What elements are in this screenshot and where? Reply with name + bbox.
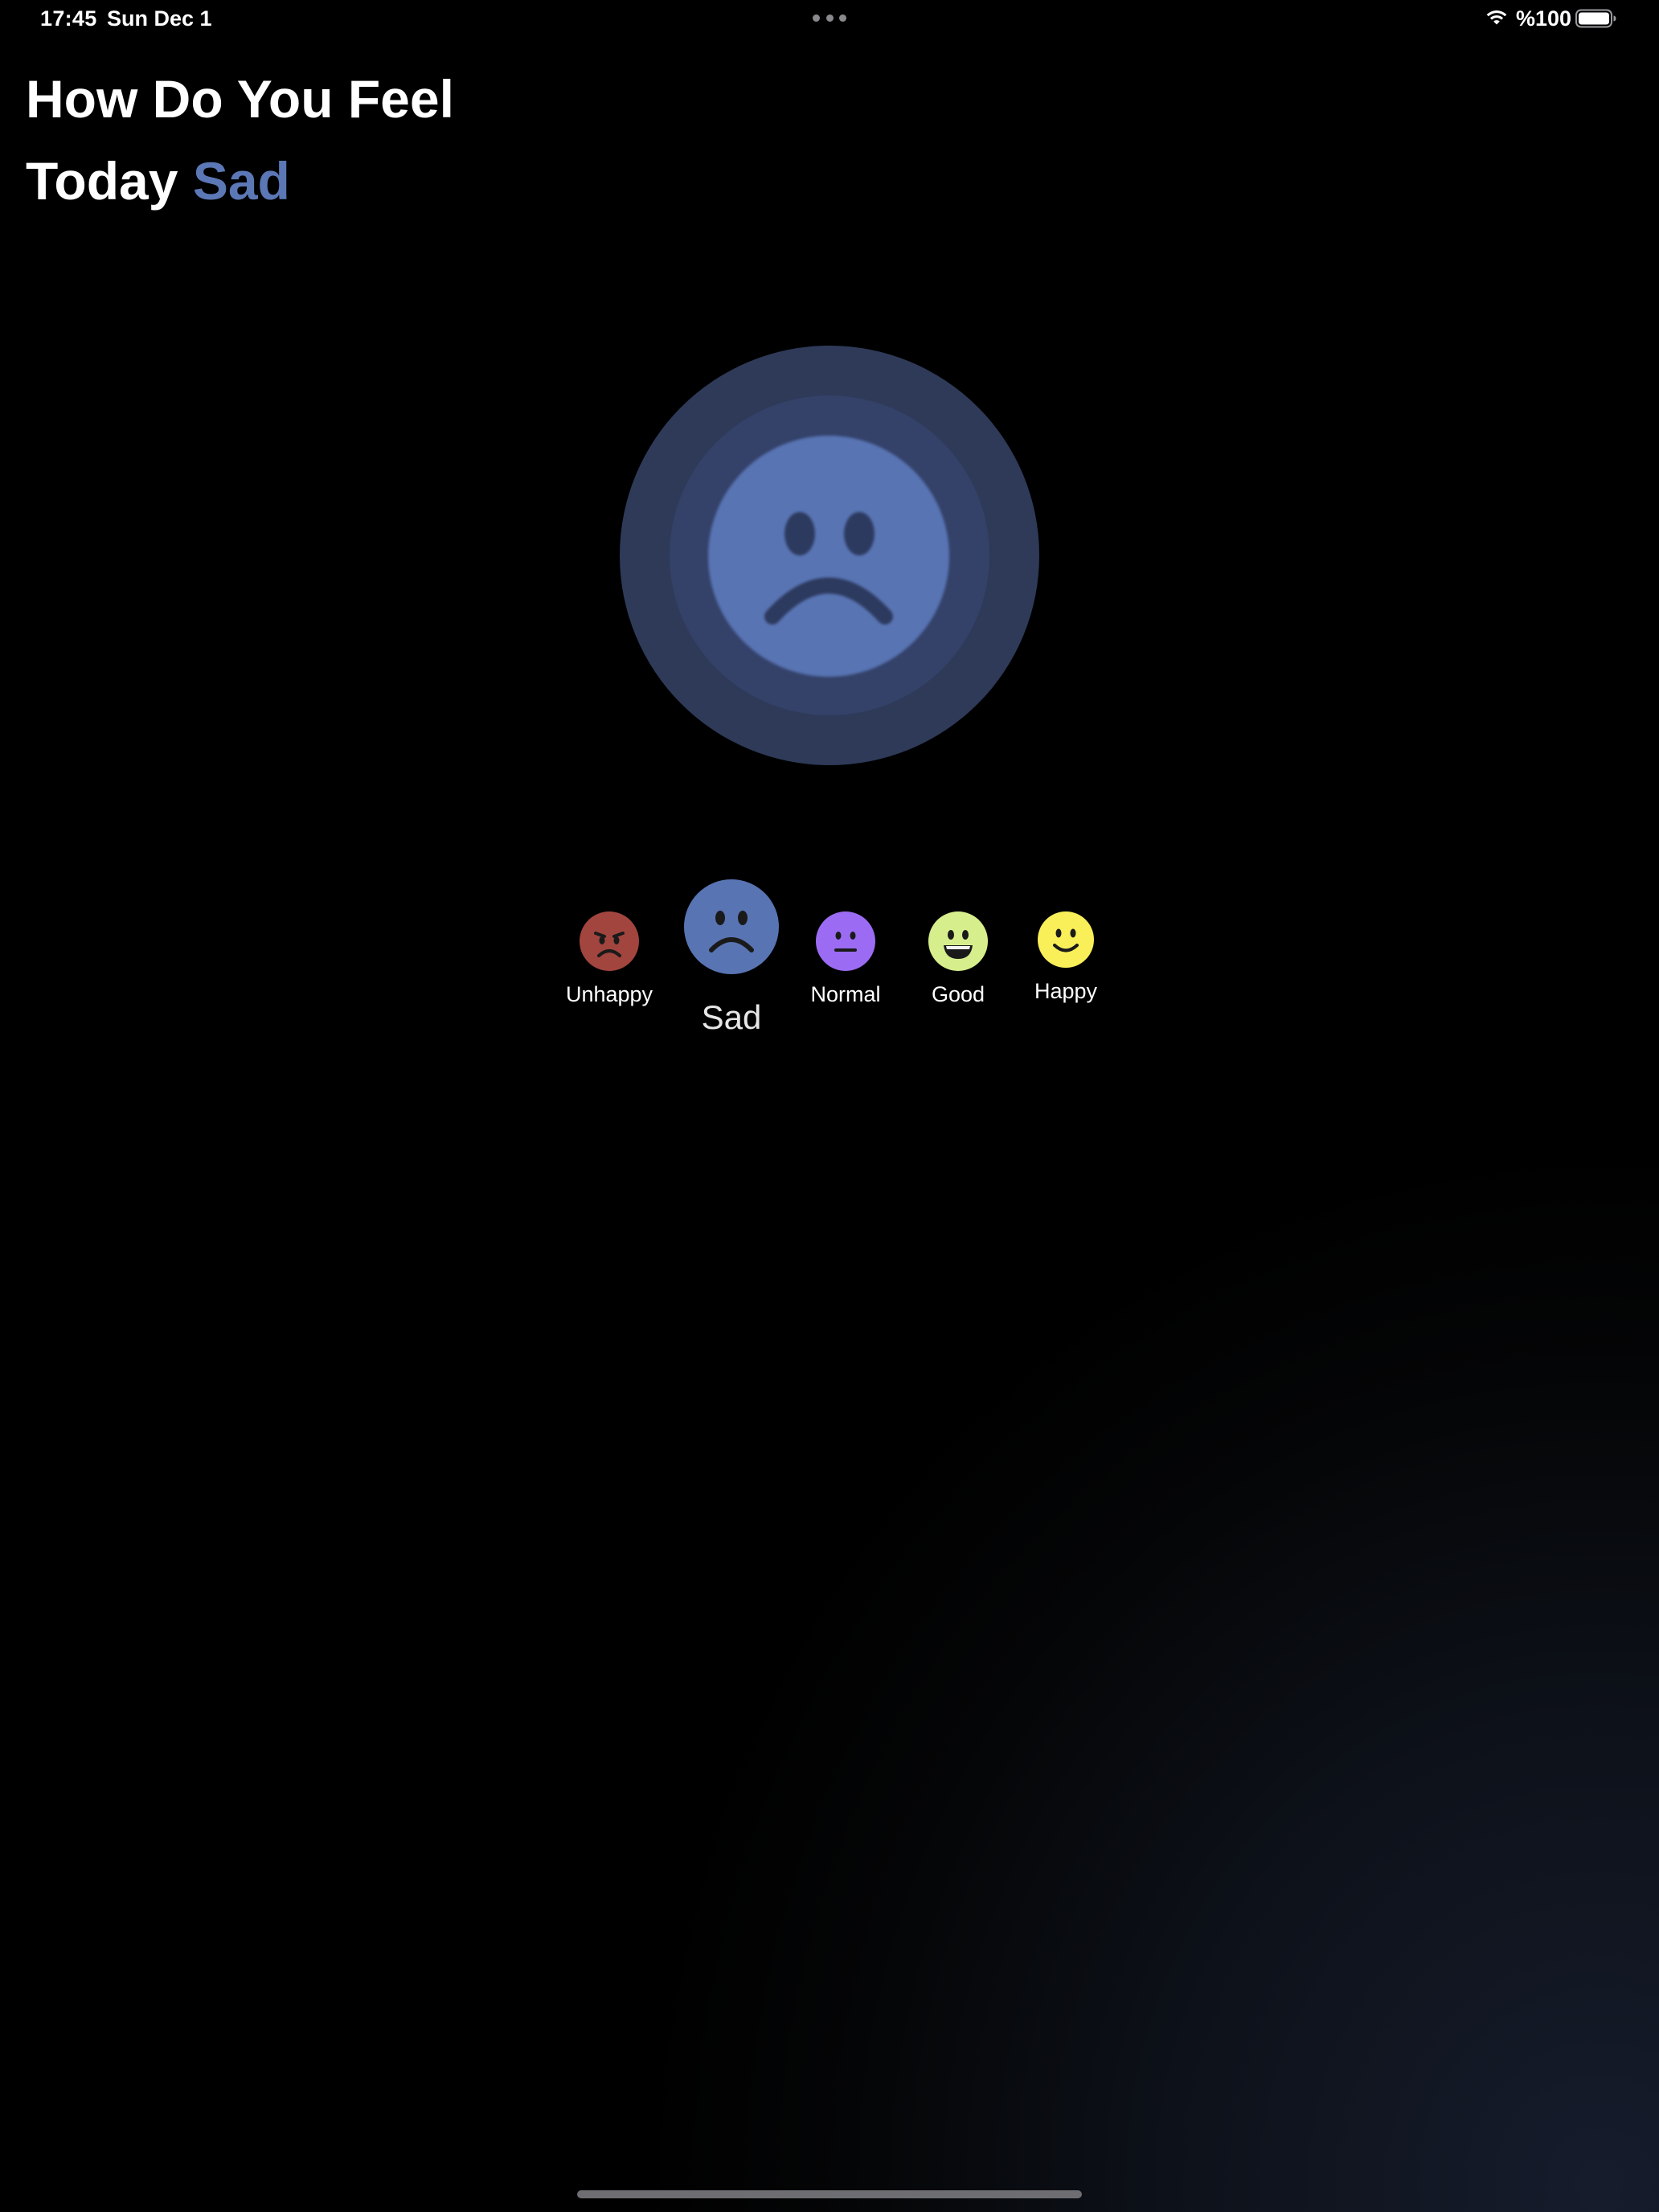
status-bar: 17:45 Sun Dec 1 %100: [0, 0, 1659, 39]
mood-screen: 17:45 Sun Dec 1 %100 How Do You Feel Tod…: [0, 0, 1659, 2212]
mood-option-happy[interactable]: Happy: [1019, 911, 1112, 1004]
battery-percent: %100: [1516, 6, 1572, 31]
selected-mood-title: Sad: [192, 151, 290, 211]
home-indicator[interactable]: [577, 2190, 1082, 2198]
mood-option-good[interactable]: Good: [911, 911, 1005, 1007]
mood-label-unhappy: Unhappy: [565, 982, 653, 1006]
title-today-text: Today: [26, 151, 178, 211]
neutral-face-icon: [816, 911, 875, 971]
status-date: Sun Dec 1: [107, 6, 212, 31]
wifi-icon: [1486, 10, 1507, 25]
mood-label-normal: Normal: [810, 982, 881, 1006]
mood-label-happy: Happy: [1034, 979, 1098, 1003]
status-time: 17:45: [40, 6, 97, 31]
mood-label-sad: Sad: [701, 998, 762, 1036]
title-line-2: Today Sad: [26, 140, 588, 222]
angry-face-icon: [580, 911, 639, 971]
mood-option-unhappy[interactable]: Unhappy: [563, 911, 656, 1007]
sad-face-icon: [708, 436, 949, 677]
mood-option-normal[interactable]: Normal: [799, 911, 892, 1007]
selected-mood-display: [620, 346, 1039, 765]
battery-icon: [1575, 9, 1616, 28]
sad-face-icon: [684, 879, 779, 974]
multitasking-dots-icon[interactable]: [813, 14, 846, 23]
mood-option-sad[interactable]: Sad: [683, 879, 780, 1037]
smiling-face-icon: [1038, 911, 1094, 968]
page-title: How Do You Feel Today Sad: [26, 58, 588, 222]
mood-label-good: Good: [931, 982, 985, 1006]
grinning-face-icon: [928, 911, 988, 971]
title-line-1: How Do You Feel: [26, 69, 454, 129]
